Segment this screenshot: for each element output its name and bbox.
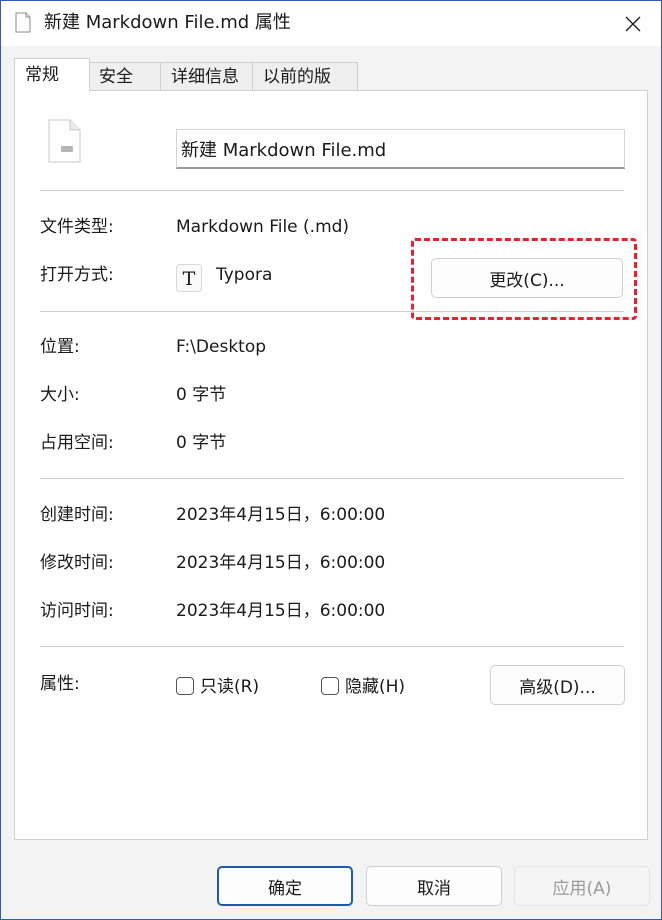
tab-previous-versions[interactable]: 以前的版本 xyxy=(252,62,358,115)
size-on-disk-label: 占用空间: xyxy=(40,433,114,453)
size-on-disk-value: 0 字节 xyxy=(176,433,227,453)
cancel-button[interactable]: 取消 xyxy=(366,866,502,906)
file-type-value: Markdown File (.md) xyxy=(176,217,350,237)
separator xyxy=(40,478,624,479)
attributes-label: 属性: xyxy=(40,674,80,694)
modified-label: 修改时间: xyxy=(40,553,114,573)
modified-value: 2023年4月15日，6:00:00 xyxy=(176,553,386,573)
ok-button[interactable]: 确定 xyxy=(217,866,353,906)
title-bar[interactable]: 新建 Markdown File.md 属性 xyxy=(1,1,661,46)
separator xyxy=(40,646,624,647)
readonly-checkbox[interactable] xyxy=(176,677,194,695)
advanced-button[interactable]: 高级(D)... xyxy=(490,665,625,705)
created-value: 2023年4月15日，6:00:00 xyxy=(176,505,386,525)
readonly-label[interactable]: 只读(R) xyxy=(200,676,259,698)
separator xyxy=(40,311,624,312)
file-type-label: 文件类型: xyxy=(40,217,114,237)
window-title: 新建 Markdown File.md 属性 xyxy=(44,12,291,33)
size-value: 0 字节 xyxy=(176,385,227,405)
file-name-input[interactable] xyxy=(176,129,625,169)
apply-button[interactable]: 应用(A) xyxy=(514,866,650,906)
location-label: 位置: xyxy=(40,337,80,357)
general-panel: 文件类型: Markdown File (.md) 打开方式: T Typora… xyxy=(14,90,648,840)
change-button[interactable]: 更改(C)... xyxy=(431,258,623,298)
file-icon xyxy=(15,12,31,33)
accessed-value: 2023年4月15日，6:00:00 xyxy=(176,601,386,621)
created-label: 创建时间: xyxy=(40,505,114,525)
properties-dialog: 新建 Markdown File.md 属性 常规 安全 详细信息 以前的版本 … xyxy=(0,0,662,920)
typora-app-icon: T xyxy=(176,264,202,292)
size-label: 大小: xyxy=(40,385,80,405)
hidden-checkbox[interactable] xyxy=(321,677,339,695)
open-with-label: 打开方式: xyxy=(40,265,114,285)
separator xyxy=(40,190,624,191)
tab-security[interactable]: 安全 xyxy=(88,62,162,90)
markdown-file-icon xyxy=(48,119,81,163)
open-with-value: Typora xyxy=(216,265,273,285)
hidden-label[interactable]: 隐藏(H) xyxy=(345,676,405,698)
close-button[interactable] xyxy=(605,1,661,46)
close-icon xyxy=(625,16,641,31)
tab-details[interactable]: 详细信息 xyxy=(160,62,254,90)
tab-general[interactable]: 常规 xyxy=(14,58,90,92)
location-value: F:\Desktop xyxy=(176,337,267,357)
accessed-label: 访问时间: xyxy=(40,601,114,621)
